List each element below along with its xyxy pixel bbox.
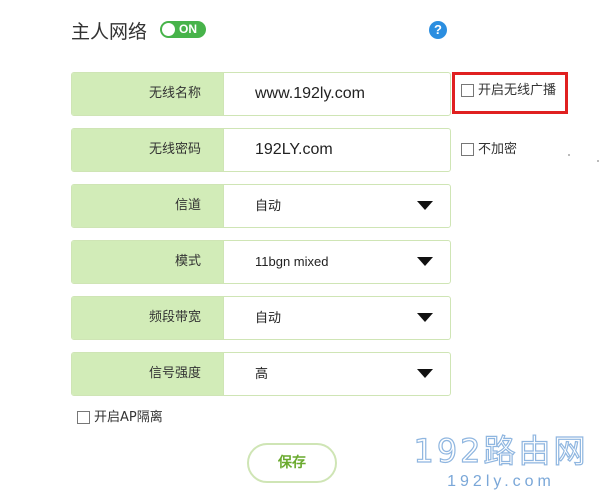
- bandwidth-dropdown-arrow-icon[interactable]: [417, 313, 433, 322]
- ssid-broadcast-label: 开启无线广播: [478, 83, 557, 98]
- password-row: 无线密码: [71, 128, 451, 172]
- watermark-line1: 192路由网: [413, 432, 588, 470]
- channel-row: 信道 自动: [71, 184, 451, 228]
- channel-dropdown-arrow-icon[interactable]: [417, 201, 433, 210]
- signal-strength-dropdown-arrow-icon[interactable]: [417, 369, 433, 378]
- ap-isolation-label: 开启AP隔离: [94, 410, 163, 425]
- mode-select[interactable]: 11bgn mixed: [224, 241, 450, 283]
- signal-strength-label: 信号强度: [72, 353, 224, 395]
- bandwidth-select[interactable]: 自动: [224, 297, 450, 339]
- watermark-line2: 192ly.com: [447, 473, 555, 490]
- toggle-label: ON: [179, 22, 197, 36]
- signal-strength-row: 信号强度 高: [71, 352, 451, 396]
- ap-isolation-option[interactable]: 开启AP隔离: [77, 410, 163, 426]
- help-icon[interactable]: ?: [429, 21, 447, 39]
- no-encrypt-label: 不加密: [478, 142, 518, 157]
- mode-selected-value: 11bgn mixed: [255, 254, 329, 269]
- password-input[interactable]: [224, 129, 450, 171]
- channel-select[interactable]: 自动: [224, 185, 450, 227]
- channel-label: 信道: [72, 185, 224, 227]
- toggle-knob: [162, 23, 175, 36]
- decorative-dot: [597, 160, 599, 162]
- password-value-cell: [224, 129, 450, 171]
- mode-label: 模式: [72, 241, 224, 283]
- mode-row: 模式 11bgn mixed: [71, 240, 451, 284]
- no-encrypt-checkbox[interactable]: [461, 143, 474, 156]
- bandwidth-row: 频段带宽 自动: [71, 296, 451, 340]
- ssid-broadcast-checkbox[interactable]: [461, 84, 474, 97]
- channel-selected-value: 自动: [255, 198, 282, 213]
- password-label: 无线密码: [72, 129, 224, 171]
- bandwidth-selected-value: 自动: [255, 310, 282, 325]
- ssid-label: 无线名称: [72, 73, 224, 115]
- ssid-broadcast-option[interactable]: 开启无线广播: [461, 83, 556, 99]
- host-network-toggle[interactable]: ON: [160, 21, 206, 38]
- signal-strength-selected-value: 高: [255, 366, 269, 381]
- bandwidth-label: 频段带宽: [72, 297, 224, 339]
- decorative-dot: [568, 154, 570, 156]
- ap-isolation-checkbox[interactable]: [77, 411, 90, 424]
- signal-strength-select[interactable]: 高: [224, 353, 450, 395]
- ssid-row: 无线名称: [71, 72, 451, 116]
- page-title: 主人网络: [71, 21, 148, 43]
- mode-dropdown-arrow-icon[interactable]: [417, 257, 433, 266]
- ssid-input[interactable]: [224, 73, 450, 115]
- ssid-value-cell: [224, 73, 450, 115]
- no-encrypt-option[interactable]: 不加密: [461, 142, 517, 158]
- save-button[interactable]: 保存: [247, 443, 337, 483]
- watermark-logo: 192路由网 192ly.com: [413, 431, 588, 490]
